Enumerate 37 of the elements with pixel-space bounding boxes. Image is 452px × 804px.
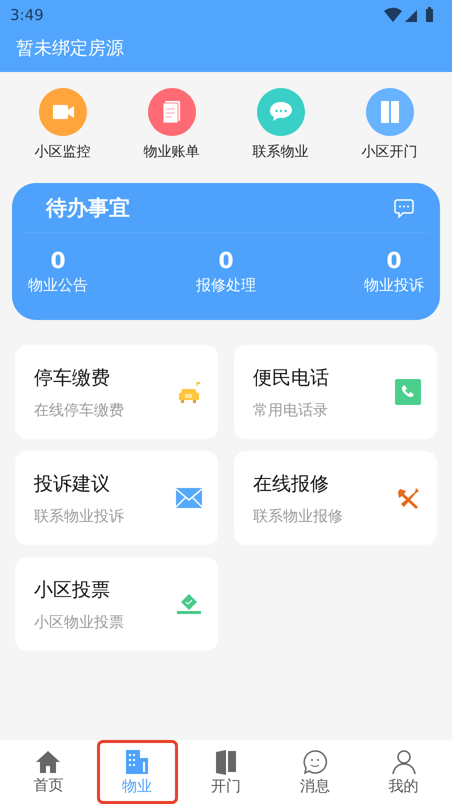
building-icon — [124, 748, 150, 774]
service-subtitle: 在线停车缴费 — [34, 400, 124, 420]
service-title: 小区投票 — [34, 578, 111, 602]
header-title: 暂未绑定房源 — [15, 37, 125, 60]
service-subtitle: 常用电话录 — [253, 400, 329, 420]
envelope-icon — [176, 488, 202, 508]
tab-item[interactable]: 消息 — [274, 740, 356, 804]
user-icon — [390, 748, 417, 774]
service-title: 便民电话 — [253, 366, 329, 390]
service-subtitle: 小区物业投票 — [34, 612, 124, 632]
service-subtitle: 联系物业报修 — [253, 506, 343, 526]
phone-icon — [395, 379, 421, 405]
shortcut-item[interactable]: 小区开门 — [335, 88, 444, 161]
service-card[interactable]: 投诉建议 联系物业投诉 — [15, 451, 218, 545]
door-icon — [214, 748, 238, 774]
smiley-chat-icon — [302, 748, 328, 774]
car-icon — [178, 379, 202, 405]
shortcut-item[interactable]: 物业账单 — [117, 88, 226, 161]
status-time: 3:49 — [10, 6, 44, 24]
service-title: 停车缴费 — [34, 366, 111, 390]
home-icon — [35, 750, 62, 774]
service-title: 在线报修 — [253, 472, 330, 496]
tab-item[interactable]: 开门 — [186, 740, 266, 804]
tab-item[interactable]: 首页 — [8, 740, 89, 804]
tools-icon — [397, 486, 421, 510]
tab-item[interactable]: 我的 — [363, 740, 444, 804]
service-card[interactable]: 停车缴费 在线停车缴费 — [15, 345, 218, 439]
service-card[interactable]: 在线报修 联系物业报修 — [234, 451, 437, 545]
message-icon[interactable] — [394, 198, 414, 218]
service-card[interactable]: 便民电话 常用电话录 — [234, 345, 437, 439]
service-subtitle: 联系物业投诉 — [34, 506, 124, 526]
shortcut-item[interactable]: 小区监控 — [8, 88, 117, 161]
todo-title: 待办事宜 — [46, 194, 130, 222]
service-card[interactable]: 小区投票 小区物业投票 — [15, 557, 218, 651]
service-title: 投诉建议 — [34, 472, 111, 496]
ballot-icon — [176, 593, 202, 615]
shortcut-item[interactable]: 联系物业 — [226, 88, 335, 161]
